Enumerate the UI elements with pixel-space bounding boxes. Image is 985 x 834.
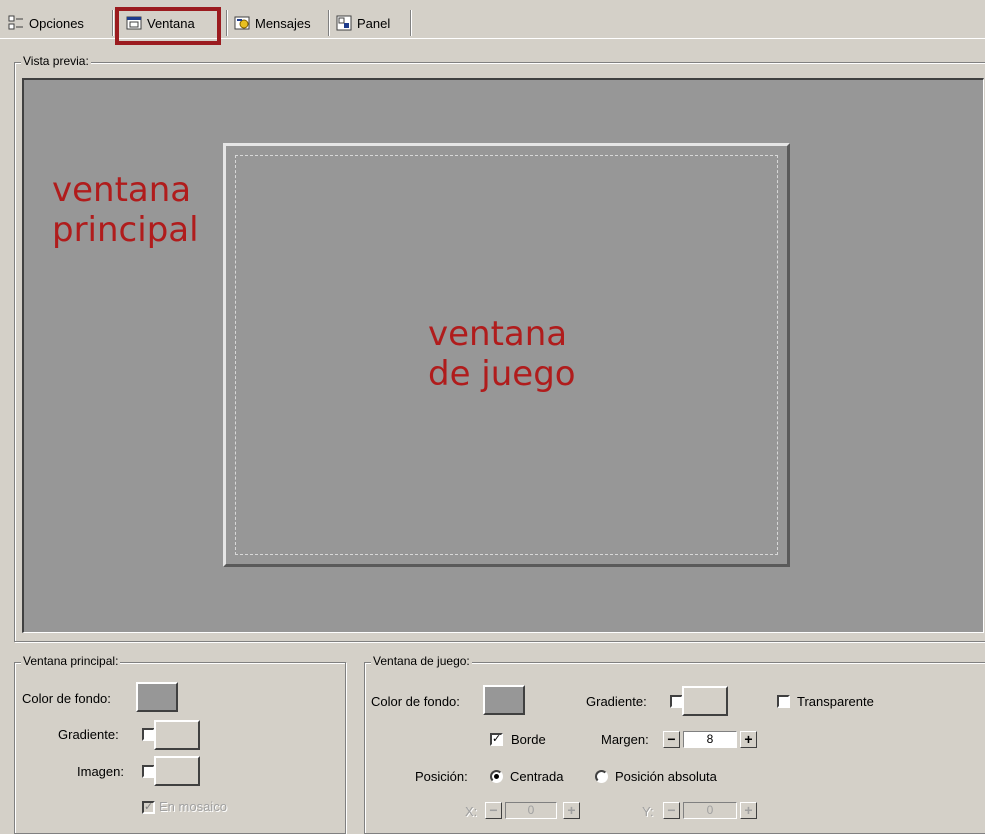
tab-options-label: Opciones <box>29 15 84 31</box>
game-border-checkbox[interactable]: ✓ <box>490 733 503 746</box>
tab-options[interactable]: Opciones <box>8 10 84 36</box>
margin-input[interactable]: 8 <box>683 731 737 748</box>
position-absolute-label: Posición absoluta <box>615 769 717 784</box>
x-input[interactable]: 0 <box>505 802 557 819</box>
game-window-annotation: ventana de juego <box>428 314 576 394</box>
main-bg-color-button[interactable] <box>136 682 178 712</box>
x-label: X: <box>465 804 478 819</box>
y-input[interactable]: 0 <box>683 802 737 819</box>
game-position-label: Posición: <box>415 769 468 784</box>
panel-icon <box>336 15 352 31</box>
preview-game-window: ventana de juego <box>223 143 790 567</box>
margin-increment-button[interactable]: + <box>740 731 757 748</box>
main-tile-checkbox[interactable]: ✓ <box>142 801 155 814</box>
tab-messages[interactable]: Mensajes <box>234 10 311 36</box>
margin-decrement-button[interactable]: − <box>663 731 680 748</box>
preview-legend: Vista previa: <box>21 54 91 68</box>
tab-separator <box>112 10 114 36</box>
game-margin-label: Margen: <box>601 732 649 747</box>
game-bg-color-label: Color de fondo: <box>371 694 460 709</box>
options-icon <box>8 15 23 30</box>
y-label: Y: <box>642 804 654 819</box>
x-increment-button[interactable]: + <box>563 802 580 819</box>
game-bg-color-button[interactable] <box>483 685 525 715</box>
position-absolute-radio[interactable] <box>595 770 608 783</box>
tab-messages-label: Mensajes <box>255 15 311 31</box>
tab-separator <box>328 10 330 36</box>
tab-separator <box>226 10 228 36</box>
game-window-annotation-line2: de juego <box>428 354 576 394</box>
main-bg-color-label: Color de fondo: <box>22 691 111 706</box>
tab-panel-label: Panel <box>357 15 391 31</box>
main-tile-label: En mosaico <box>159 799 227 814</box>
main-window-annotation-line2: principal <box>52 210 199 250</box>
active-tab-highlight <box>115 7 221 45</box>
game-transparent-label: Transparente <box>797 694 874 709</box>
main-window-annotation-line1: ventana <box>52 170 192 210</box>
game-gradient-label: Gradiente: <box>586 694 647 709</box>
main-image-label: Imagen: <box>77 764 124 779</box>
x-decrement-button[interactable]: − <box>485 802 502 819</box>
main-window-annotation: ventana principal <box>52 170 199 250</box>
main-gradient-color-button[interactable] <box>154 720 200 750</box>
game-window-annotation-line1: ventana <box>428 314 568 354</box>
tab-panel[interactable]: Panel <box>336 10 390 36</box>
game-border-label: Borde <box>511 732 546 747</box>
y-increment-button[interactable]: + <box>740 802 757 819</box>
tab-separator <box>410 10 412 36</box>
game-window-legend: Ventana de juego: <box>371 654 472 668</box>
main-image-button[interactable] <box>154 756 200 786</box>
position-centered-radio[interactable] <box>490 770 503 783</box>
main-window-legend: Ventana principal: <box>21 654 121 668</box>
y-decrement-button[interactable]: − <box>663 802 680 819</box>
game-transparent-checkbox[interactable] <box>777 695 790 708</box>
game-gradient-color-button[interactable] <box>682 686 728 716</box>
messages-icon <box>234 16 250 30</box>
position-centered-label: Centrada <box>510 769 564 784</box>
main-gradient-label: Gradiente: <box>58 727 119 742</box>
